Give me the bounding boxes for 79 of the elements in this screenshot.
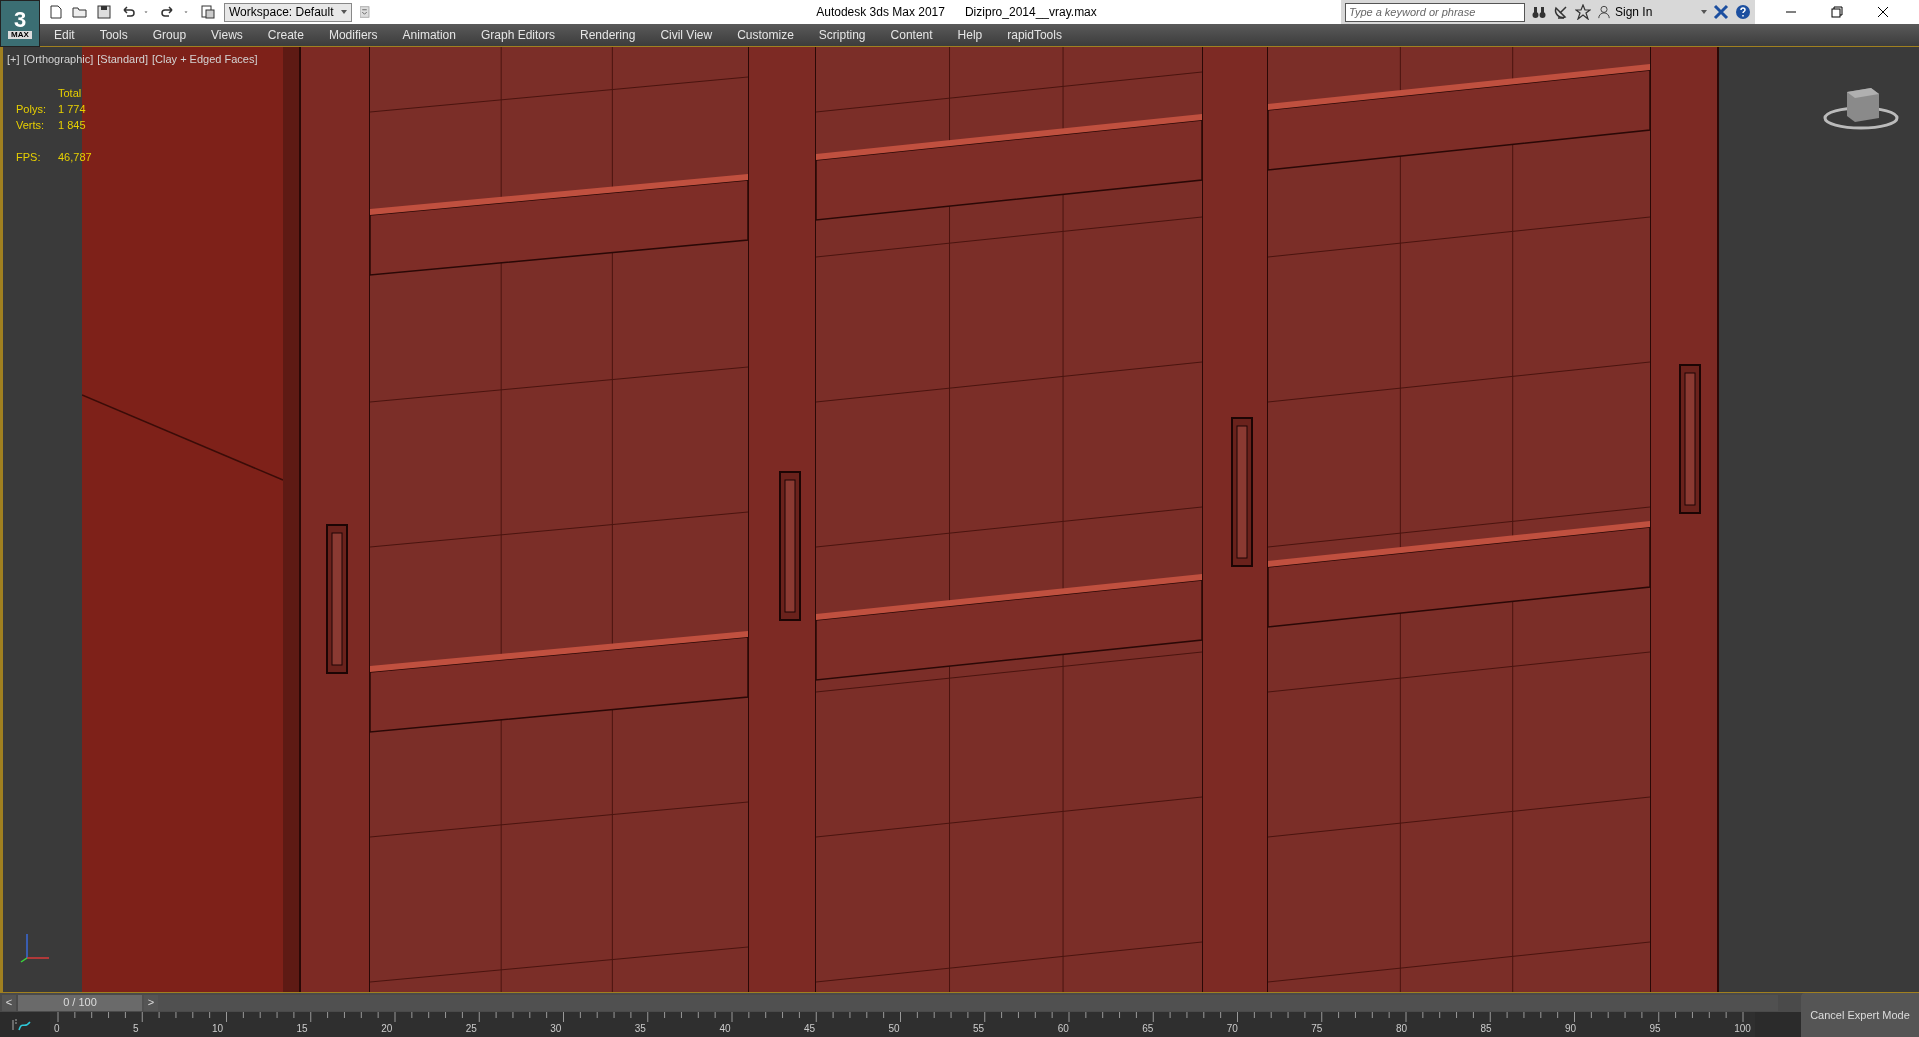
- frame-number: 35: [634, 1022, 646, 1036]
- menu-item[interactable]: Tools: [99, 26, 128, 44]
- menu-item[interactable]: Help: [957, 26, 983, 44]
- stats-value: 1 774: [58, 102, 87, 117]
- frame-number: 80: [1395, 1022, 1407, 1036]
- stats-label: Polys:: [16, 102, 47, 117]
- previous-frame-button[interactable]: <: [2, 994, 16, 1011]
- stats-label: Verts:: [16, 118, 46, 133]
- caret-icon: [1701, 10, 1707, 14]
- frame-number: 100: [1734, 1022, 1751, 1036]
- menu-item[interactable]: Content: [890, 26, 933, 44]
- time-slider-track[interactable]: 0 / 100 >: [18, 994, 1778, 1011]
- frame-number: 65: [1142, 1022, 1154, 1036]
- viewport-label[interactable]: [Standard]: [97, 51, 148, 68]
- frame-number: 30: [550, 1022, 562, 1036]
- menu-item[interactable]: Customize: [737, 26, 794, 44]
- curve-editor-icon[interactable]: [12, 1017, 32, 1032]
- sign-in-button[interactable]: Sign In: [1597, 3, 1707, 21]
- satellite-dish-icon[interactable]: [1553, 4, 1569, 20]
- window-title: Autodesk 3ds Max 2017: [816, 4, 945, 21]
- viewport-label[interactable]: [Orthographic]: [23, 51, 94, 68]
- binoculars-icon[interactable]: [1531, 4, 1547, 20]
- frame-number: 10: [212, 1022, 224, 1036]
- menu-caret-icon[interactable]: [360, 4, 372, 20]
- frame-number: 55: [973, 1022, 985, 1036]
- frame-number: 25: [465, 1022, 477, 1036]
- menu-item[interactable]: Rendering: [580, 26, 636, 44]
- project-icon[interactable]: [200, 4, 216, 20]
- menu-item[interactable]: Modifiers: [328, 26, 378, 44]
- fps-label: FPS:: [16, 150, 42, 165]
- workspace-dropdown[interactable]: Workspace: Default: [224, 2, 352, 22]
- frame-number: 20: [381, 1022, 393, 1036]
- menu-item[interactable]: Group: [152, 26, 187, 44]
- frame-number: 95: [1649, 1022, 1661, 1036]
- stats-header: Total: [58, 86, 83, 101]
- menu-item[interactable]: Graph Editors: [480, 26, 555, 44]
- exchange-x-icon[interactable]: [1713, 4, 1729, 20]
- menu-item[interactable]: Animation: [402, 26, 456, 44]
- viewport-label[interactable]: [+]: [7, 51, 20, 68]
- undo-icon[interactable]: [120, 4, 136, 20]
- help-icon[interactable]: [1735, 4, 1751, 20]
- frame-number: 0: [54, 1022, 60, 1036]
- frame-number: 45: [803, 1022, 816, 1036]
- timeline-ruler[interactable]: 0 5 10 15 20 25 30 35 40 45 50 55 60 65 70 75 80 85 90 95 100: [50, 1012, 1755, 1037]
- open-folder-icon[interactable]: [72, 4, 88, 20]
- search-field[interactable]: Type a keyword or phrase: [1345, 2, 1525, 22]
- menu-item[interactable]: Edit: [54, 26, 75, 44]
- logo-digit: 3: [13, 8, 27, 31]
- frame-number: 5: [133, 1022, 139, 1036]
- frame-number: 50: [888, 1022, 900, 1036]
- stats-value: 1 845: [58, 118, 87, 133]
- save-icon[interactable]: [96, 4, 112, 20]
- frame-number: 75: [1311, 1022, 1323, 1036]
- caret-icon: [341, 10, 347, 14]
- restore-icon[interactable]: [1829, 4, 1845, 20]
- frame-number: 85: [1480, 1022, 1492, 1036]
- menu-item[interactable]: rapidTools: [1007, 26, 1062, 44]
- new-file-icon[interactable]: [48, 4, 64, 20]
- viewport-label[interactable]: [Clay + Edged Faces]: [152, 51, 258, 68]
- menu-item[interactable]: Scripting: [818, 26, 866, 44]
- redo-icon[interactable]: [160, 4, 176, 20]
- frame-number: 70: [1226, 1022, 1238, 1036]
- frame-number: 60: [1057, 1022, 1069, 1036]
- user-icon: [1597, 5, 1611, 19]
- frame-number: 40: [719, 1022, 731, 1036]
- frame-number: 90: [1565, 1022, 1577, 1036]
- logo-label: MAX: [8, 30, 32, 39]
- file-name: Dizipro_2014__vray.max: [964, 4, 1097, 21]
- cancel-expert-mode-button[interactable]: Cancel Expert Mode: [1801, 993, 1919, 1037]
- menu-item[interactable]: Create: [267, 26, 304, 44]
- fps-value: 46,787: [58, 150, 92, 165]
- close-icon[interactable]: [1875, 4, 1891, 20]
- menu-item[interactable]: Views: [211, 26, 243, 44]
- app-logo-button[interactable]: 3 MAX: [0, 0, 40, 47]
- next-frame-button[interactable]: >: [144, 994, 158, 1011]
- menu-item[interactable]: Civil View: [660, 26, 713, 44]
- frame-number: 15: [296, 1022, 308, 1036]
- time-slider-thumb[interactable]: 0 / 100: [18, 994, 142, 1011]
- star-icon[interactable]: [1575, 4, 1591, 20]
